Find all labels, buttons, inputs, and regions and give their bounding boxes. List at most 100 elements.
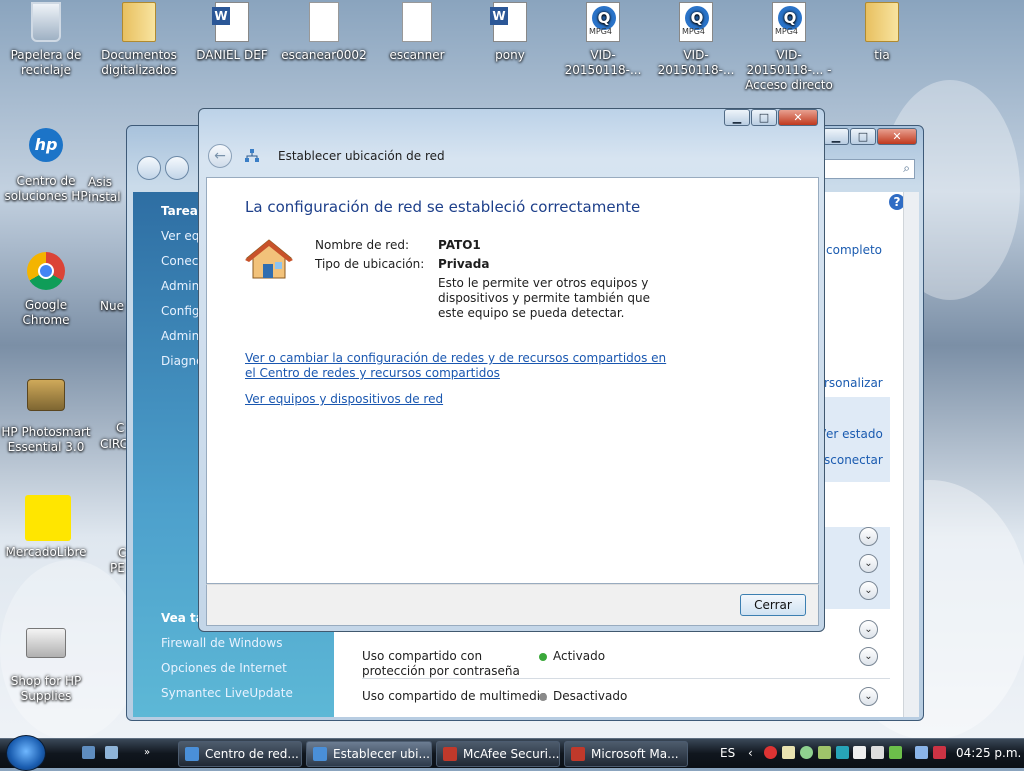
tray-app-icon[interactable] — [800, 746, 813, 759]
disconnect-link[interactable]: sconectar — [824, 453, 883, 467]
location-type-value: Privada — [438, 257, 490, 271]
expand-chevron-icon[interactable]: ⌄ — [859, 554, 878, 573]
minimize-button[interactable]: ▁ — [724, 109, 750, 126]
microsoft-app-icon — [571, 747, 585, 761]
expand-chevron-icon[interactable]: ⌄ — [859, 687, 878, 706]
password-sharing-status: Activado — [539, 649, 605, 663]
desktop-icon-video-1[interactable]: Q MPG4 VID-20150118-... — [557, 2, 649, 78]
desktop-icon-tia[interactable]: tia — [836, 2, 928, 63]
network-name-label: Nombre de red: — [315, 238, 410, 252]
desktop-icon-label: Documentos digitalizados — [101, 48, 177, 77]
security-alert-icon[interactable] — [764, 746, 777, 759]
desktop-icon-label: VID-20150118-... — [564, 48, 642, 77]
desktop-icon-label: Shop for HP Supplies — [10, 674, 82, 703]
window-controls: ▁ □ ✕ — [724, 109, 818, 126]
network-icon — [245, 149, 259, 163]
internet-options-link[interactable]: Opciones de Internet — [161, 661, 287, 675]
taskbar-button[interactable]: Microsoft Ma... — [564, 741, 688, 767]
close-button[interactable]: ✕ — [877, 128, 917, 145]
liveupdate-link[interactable]: Symantec LiveUpdate — [161, 686, 293, 700]
hp-logo-icon: hp — [25, 128, 67, 170]
desktop-icon-escanear0002[interactable]: escanear0002 — [278, 2, 370, 63]
desktop-icon-label: Google Chrome — [22, 298, 70, 327]
tray-app-icon[interactable] — [889, 746, 902, 759]
folder-icon — [861, 2, 903, 44]
desktop-icon-pony[interactable]: W pony — [464, 2, 556, 63]
firewall-link[interactable]: Firewall de Windows — [161, 636, 282, 650]
start-orb-button[interactable] — [6, 735, 46, 771]
task-link[interactable]: Admin — [161, 279, 199, 293]
task-link[interactable]: Config — [161, 304, 200, 318]
tray-expand-icon[interactable]: ‹ — [748, 739, 753, 767]
expand-chevron-icon[interactable]: ⌄ — [859, 527, 878, 546]
desktop-icon-video-2[interactable]: Q MPG4 VID-20150118-... — [650, 2, 742, 78]
switch-windows-icon[interactable] — [105, 746, 118, 759]
chrome-icon — [25, 252, 67, 294]
clock[interactable]: 04:25 p.m. — [956, 739, 1021, 767]
desktop-icon-google-chrome[interactable]: Google Chrome — [0, 252, 92, 328]
quicktime-video-icon: Q MPG4 — [582, 2, 624, 44]
back-nav-button[interactable] — [137, 156, 161, 180]
dialog-title: Establecer ubicación de red — [278, 149, 445, 163]
desktop-icon-mercadolibre[interactable]: MercadoLibre — [0, 495, 92, 560]
customize-link[interactable]: rsonalizar — [824, 376, 883, 390]
expand-chevron-icon[interactable]: ⌄ — [859, 620, 878, 639]
minimize-button[interactable]: ▁ — [823, 128, 849, 145]
vertical-scrollbar[interactable] — [903, 192, 919, 717]
tray-app-icon[interactable] — [818, 746, 831, 759]
mcafee-icon — [443, 747, 457, 761]
network-center-link[interactable]: el Centro de redes y recursos compartido… — [245, 366, 500, 380]
desktop-icon-label: Centro de soluciones HP — [4, 174, 88, 203]
desktop-icon-label: MercadoLibre — [5, 545, 87, 559]
desktop-icon-scanned-docs[interactable]: Documentos digitalizados — [93, 2, 185, 78]
search-box[interactable]: ⌕ — [819, 159, 915, 179]
network-icon — [313, 747, 327, 761]
desktop-icon-label: tia — [874, 48, 890, 62]
taskbar-button-active[interactable]: Establecer ubi... — [306, 741, 432, 767]
maximize-button[interactable]: □ — [850, 128, 876, 145]
close-dialog-button[interactable]: Cerrar — [740, 594, 806, 616]
divider — [362, 678, 890, 679]
view-network-devices-link[interactable]: Ver equipos y dispositivos de red — [245, 392, 443, 406]
language-indicator[interactable]: ES — [720, 739, 735, 767]
taskbar-button[interactable]: Centro de red... — [178, 741, 302, 767]
desktop-icon-video-shortcut[interactable]: Q MPG4 VID-20150118-... - Acceso directo — [743, 2, 835, 93]
network-tray-icon[interactable] — [915, 746, 928, 759]
desktop-icon-label: HP Photosmart Essential 3.0 — [1, 425, 91, 454]
show-desktop-icon[interactable] — [82, 746, 95, 759]
back-arrow-icon[interactable]: ← — [208, 144, 232, 168]
forward-nav-button[interactable] — [165, 156, 189, 180]
expand-chevron-icon[interactable]: ⌄ — [859, 647, 878, 666]
taskbar-button[interactable]: McAfee Securi... — [436, 741, 560, 767]
close-button[interactable]: ✕ — [778, 109, 818, 126]
desktop-icon-daniel-def[interactable]: W DANIEL DEF — [186, 2, 278, 63]
desktop-icon-label: VID-20150118-... - Acceso directo — [745, 48, 833, 92]
status-on-icon — [539, 652, 547, 661]
dialog-content: La configuración de red se estableció co… — [206, 177, 819, 584]
expand-chevron-icon[interactable]: ⌄ — [859, 581, 878, 600]
network-center-link[interactable]: Ver o cambiar la configuración de redes … — [245, 351, 666, 365]
task-link[interactable]: Conect — [161, 254, 203, 268]
desktop-icon-label: pony — [495, 48, 525, 62]
tray-app-icon[interactable] — [782, 746, 795, 759]
tray-app-icon[interactable] — [853, 746, 866, 759]
volume-muted-icon[interactable] — [933, 746, 946, 759]
desktop-icon-hp-solution-center[interactable]: hp Centro de soluciones HP — [0, 128, 92, 204]
media-sharing-status: Desactivado — [539, 689, 627, 703]
desktop-icon-recycle-bin[interactable]: Papelera de reciclaje — [0, 2, 92, 78]
tray-app-icon[interactable] — [871, 746, 884, 759]
maximize-button[interactable]: □ — [751, 109, 777, 126]
image-document-icon — [303, 2, 345, 44]
desktop-icon-label: escanear0002 — [281, 48, 367, 62]
desktop-icon-hp-photosmart[interactable]: HP Photosmart Essential 3.0 — [0, 375, 92, 455]
view-full-map-link[interactable]: completo — [826, 243, 882, 257]
tray-app-icon[interactable] — [836, 746, 849, 759]
view-status-link[interactable]: /er estado — [822, 427, 883, 441]
camera-icon — [25, 379, 67, 421]
desktop-icon-escanner[interactable]: escanner — [371, 2, 463, 63]
media-sharing-label: Uso compartido de multimedia — [362, 689, 548, 703]
set-network-location-dialog[interactable]: ▁ □ ✕ ← Establecer ubicación de red La c… — [198, 108, 825, 632]
desktop-icon-shop-hp-supplies[interactable]: Shop for HP Supplies — [0, 620, 92, 704]
quicklaunch-chevron-icon[interactable]: » — [144, 739, 150, 767]
task-link[interactable]: Admin — [161, 329, 199, 343]
